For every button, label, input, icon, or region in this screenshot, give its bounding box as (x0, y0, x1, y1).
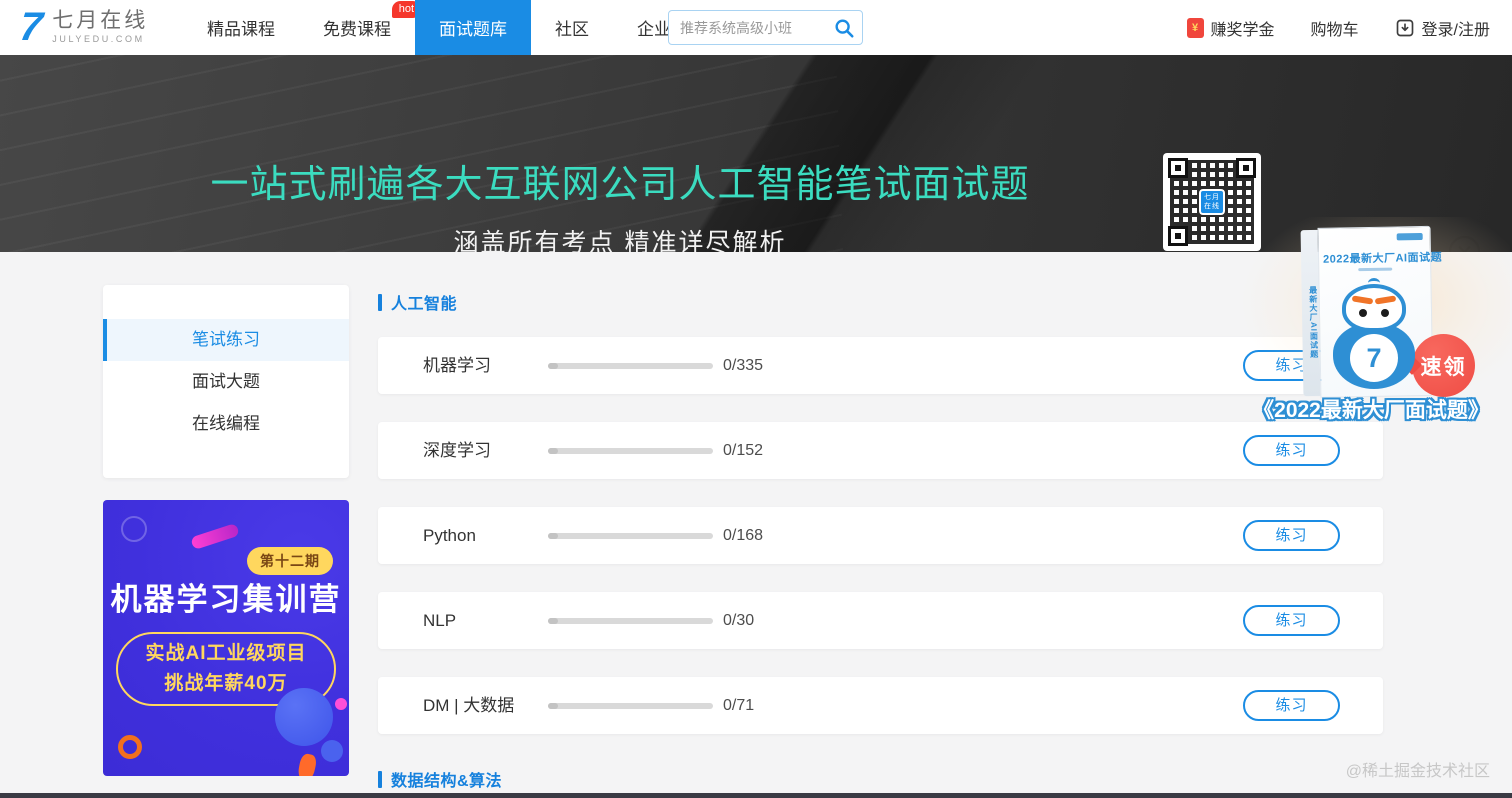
section-header-ai: 人工智能 (378, 290, 457, 314)
bootcamp-slogan-2: 挑战年薪40万 (164, 669, 287, 699)
sidebar-item-online-coding[interactable]: 在线编程 (103, 403, 349, 445)
bootcamp-banner[interactable]: 第十二期 机器学习集训营 实战AI工业级项目 挑战年薪40万 (103, 500, 349, 776)
search-icon[interactable] (833, 17, 855, 39)
progress-bar (548, 703, 713, 709)
bootcamp-slogan-1: 实战AI工业级项目 (145, 639, 306, 669)
top-header: 7 七月在线 JULYEDU.COM 精品课程 免费课程 hot 面试题库 社区… (0, 0, 1512, 55)
progress-count: 0/335 (723, 337, 763, 394)
question-row-python: Python 0/168 练习 (378, 507, 1383, 564)
bootcamp-title: 机器学习集训营 (103, 574, 349, 619)
sidebar-item-interview-questions[interactable]: 面试大题 (103, 361, 349, 403)
banner-decor-streak (190, 523, 240, 550)
brand-name: 七月在线 (52, 9, 148, 33)
banner-decor-ball-small (321, 740, 343, 762)
main-nav: 精品课程 免费课程 hot 面试题库 社区 企业内训 (183, 0, 729, 55)
banner-decor-ring (118, 735, 142, 759)
mascot-belly-number: 7 (1350, 334, 1398, 382)
sidebar-item-written-practice[interactable]: 笔试练习 (103, 319, 349, 361)
progress-bar (548, 448, 713, 454)
row-label: 深度学习 (423, 422, 491, 479)
row-label: 机器学习 (423, 337, 491, 394)
mascot-head (1342, 284, 1406, 332)
qr-center-logo: 七月在线 (1199, 189, 1225, 215)
red-envelope-icon: ¥ (1187, 18, 1204, 38)
search-input[interactable] (669, 11, 829, 44)
progress-count: 0/30 (723, 592, 754, 649)
nav-item-free-courses[interactable]: 免费课程 hot (299, 0, 415, 55)
progress-bar (548, 533, 713, 539)
nav-item-quality-courses[interactable]: 精品课程 (183, 0, 299, 55)
brand-domain: JULYEDU.COM (52, 33, 148, 45)
login-link[interactable]: 登录/注册 (1395, 16, 1490, 40)
banner-decor-pink-dot (335, 698, 347, 710)
hero-subtitle: 涵盖所有考点 精准详尽解析 (0, 223, 1240, 252)
header-actions: ¥ 赚奖学金 购物车 登录/注册 (1187, 0, 1490, 55)
footer-strip (0, 793, 1512, 798)
bootcamp-session-badge: 第十二期 (247, 547, 333, 575)
book-brand-mark (1397, 233, 1423, 240)
progress-bar (548, 618, 713, 624)
book-promo-float[interactable]: 最新大厂AI面试题 2022最新大厂AI面试题 7 速领 《2022最新大厂面试… (1230, 222, 1512, 427)
nav-item-community[interactable]: 社区 (531, 0, 613, 55)
practice-button[interactable]: 练习 (1243, 435, 1340, 466)
brand-mark-icon: 7 (18, 5, 45, 49)
banner-decor-carrot (296, 753, 317, 776)
banner-decor-circle (121, 516, 147, 542)
row-label: DM | 大数据 (423, 677, 514, 734)
progress-count: 0/71 (723, 677, 754, 734)
nav-item-interview-bank[interactable]: 面试题库 (415, 0, 531, 55)
scholarship-link[interactable]: ¥ 赚奖学金 (1187, 16, 1275, 40)
watermark: @稀土掘金技术社区 (1346, 757, 1490, 781)
question-row-big-data: DM | 大数据 0/71 练习 (378, 677, 1383, 734)
sidebar-menu: 笔试练习 面试大题 在线编程 (103, 285, 349, 478)
cart-link[interactable]: 购物车 (1311, 16, 1359, 40)
hero-title: 一站式刷遍各大互联网公司人工智能笔试面试题 (0, 153, 1240, 208)
book-subtitle-line (1358, 268, 1392, 272)
row-label: Python (423, 507, 476, 564)
book-title: 2022最新大厂AI面试题 (1323, 249, 1428, 267)
practice-button[interactable]: 练习 (1243, 520, 1340, 551)
progress-count: 0/168 (723, 507, 763, 564)
claim-badge[interactable]: 速领 (1412, 334, 1475, 397)
mascot-body: 7 (1333, 323, 1415, 389)
question-row-deep-learning: 深度学习 0/152 练习 (378, 422, 1383, 479)
progress-count: 0/152 (723, 422, 763, 479)
search-box (668, 10, 863, 45)
banner-decor-ball (275, 688, 333, 746)
brand-logo[interactable]: 7 七月在线 JULYEDU.COM (20, 5, 148, 49)
practice-button[interactable]: 练习 (1243, 690, 1340, 721)
progress-bar (548, 363, 713, 369)
row-label: NLP (423, 592, 456, 649)
practice-button[interactable]: 练习 (1243, 605, 1340, 636)
question-row-nlp: NLP 0/30 练习 (378, 592, 1383, 649)
section-header-dsa: 数据结构&算法 (378, 767, 502, 791)
login-icon (1395, 18, 1415, 38)
promo-caption: 《2022最新大厂面试题》 (1230, 394, 1512, 424)
